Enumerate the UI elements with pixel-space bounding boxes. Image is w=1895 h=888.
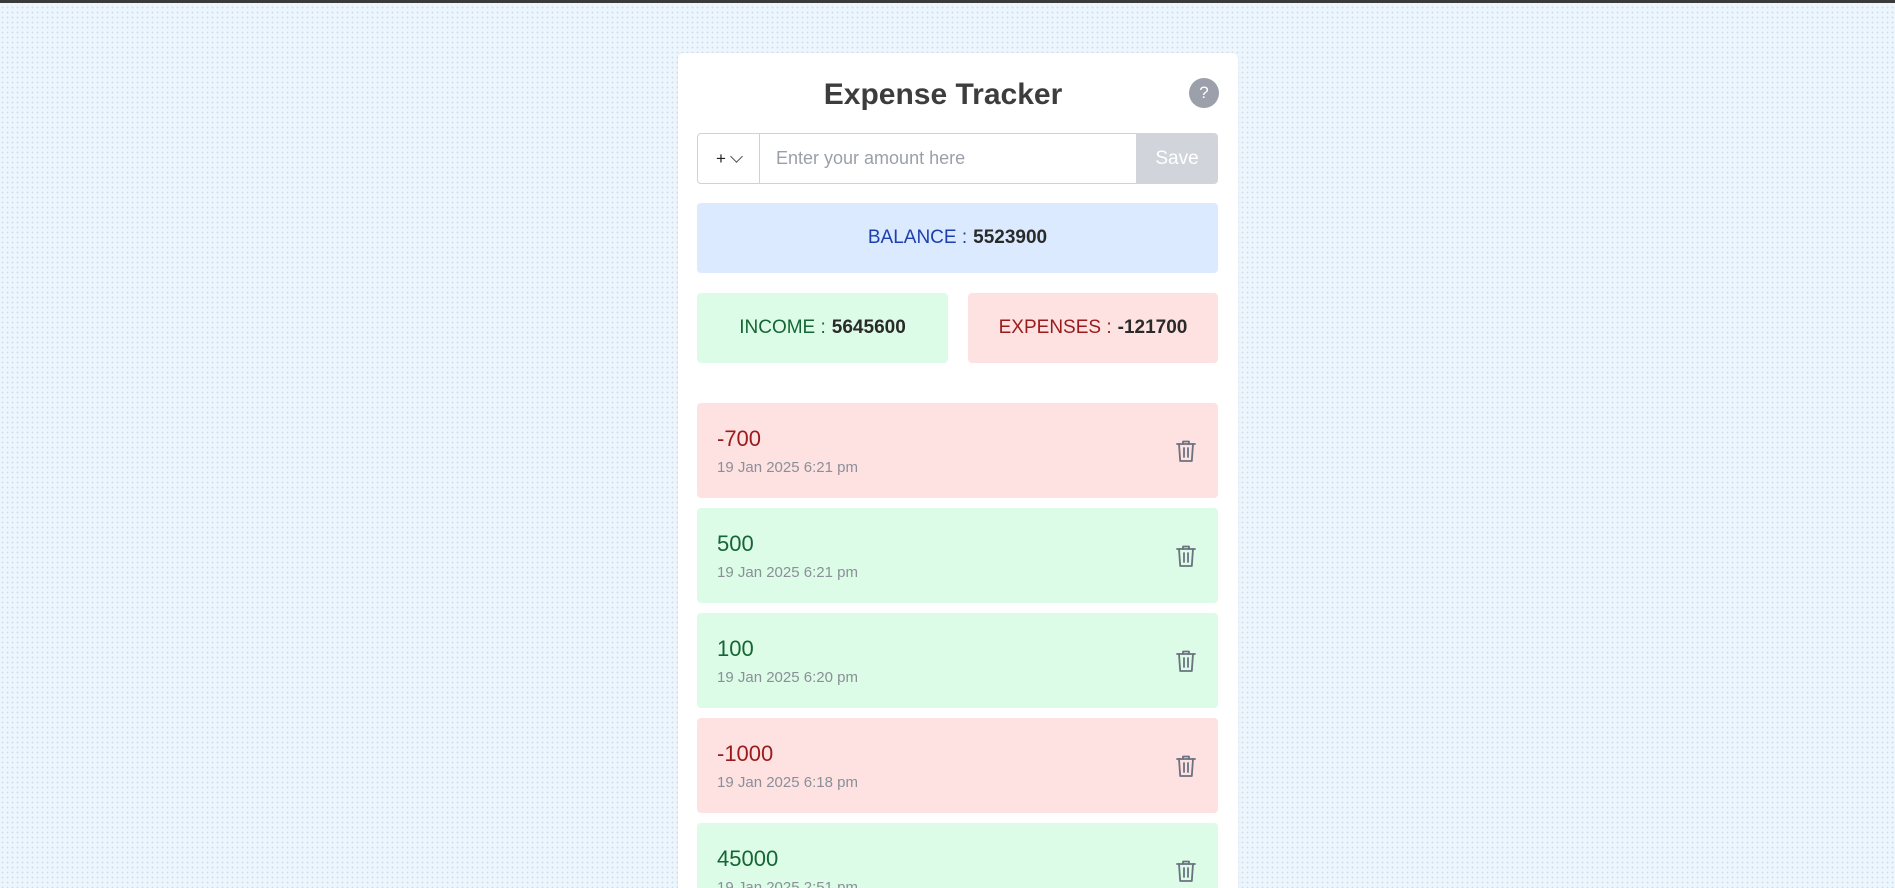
transaction-amount: -1000 <box>717 741 774 766</box>
balance-label: BALANCE : <box>867 227 968 248</box>
transaction-item: 45000 19 Jan 2025 2:51 pm <box>697 823 1218 888</box>
transaction-type-select[interactable]: + <box>697 133 760 184</box>
transaction-date: 19 Jan 2025 6:21 pm <box>717 564 858 581</box>
amount-input[interactable] <box>760 133 1136 184</box>
trash-icon[interactable] <box>1174 648 1198 674</box>
help-button[interactable]: ? <box>1189 78 1219 108</box>
page-title: Expense Tracker <box>823 78 1063 111</box>
trash-icon[interactable] <box>1174 438 1198 464</box>
transaction-item: -700 19 Jan 2025 6:21 pm <box>697 403 1218 498</box>
trash-icon[interactable] <box>1174 858 1198 884</box>
transaction-item: 100 19 Jan 2025 6:20 pm <box>697 613 1218 708</box>
transaction-list: -700 19 Jan 2025 6:21 pm 500 19 Jan 2025… <box>697 403 1218 888</box>
trash-icon[interactable] <box>1174 753 1198 779</box>
trash-icon[interactable] <box>1174 543 1198 569</box>
transaction-amount: 500 <box>717 531 754 556</box>
save-button[interactable]: Save <box>1136 133 1218 184</box>
income-box: INCOME : 5645600 <box>697 293 948 363</box>
browser-top-border <box>0 0 1895 3</box>
income-value: 5645600 <box>831 317 906 338</box>
balance-value: 5523900 <box>973 227 1048 248</box>
balance-box: BALANCE : 5523900 <box>697 203 1218 273</box>
expense-tracker-card: Expense Tracker ? + Save BALANCE : 55239… <box>678 53 1238 888</box>
add-transaction-form: + Save <box>697 133 1218 184</box>
transaction-date: 19 Jan 2025 2:51 pm <box>717 879 858 888</box>
transaction-item: 500 19 Jan 2025 6:21 pm <box>697 508 1218 603</box>
transaction-date: 19 Jan 2025 6:18 pm <box>717 774 858 791</box>
expenses-value: -121700 <box>1117 317 1188 338</box>
transaction-amount: -700 <box>717 426 762 451</box>
transaction-item: -1000 19 Jan 2025 6:18 pm <box>697 718 1218 813</box>
expenses-box: EXPENSES : -121700 <box>968 293 1218 363</box>
transaction-date: 19 Jan 2025 6:21 pm <box>717 459 858 476</box>
transaction-amount: 100 <box>717 636 754 661</box>
income-label: INCOME : <box>739 317 826 338</box>
chevron-down-icon <box>730 149 743 163</box>
expenses-label: EXPENSES : <box>998 317 1112 338</box>
transaction-type-value: + <box>716 148 726 168</box>
transaction-date: 19 Jan 2025 6:20 pm <box>717 669 858 686</box>
transaction-amount: 45000 <box>717 846 779 871</box>
